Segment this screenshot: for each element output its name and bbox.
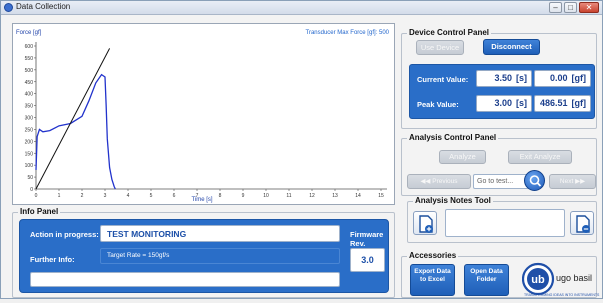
y-tick-label: 150 [25,151,34,157]
live-values-box: Current Value: 3.50 [s] 0.00 [gf] Peak Val… [409,64,595,119]
firmware-label: Firmware Rev. [350,230,384,248]
y-tick-label: 0 [30,187,33,193]
add-note-button[interactable] [413,211,437,235]
brand-name: ugo basil [556,273,593,283]
x-tick-label: 6 [173,193,176,199]
x-tick-label: 3 [104,193,107,199]
chart-y-label: Force [gf] [16,30,42,36]
analyze-button[interactable]: Analyze [439,150,486,164]
x-tick-label: 7 [196,193,199,199]
svg-text:ub: ub [531,274,545,286]
x-tick-label: 12 [309,193,315,199]
next-label: Next [559,178,574,185]
close-button[interactable]: ✕ [579,2,599,13]
device-control-panel-title: Device Control Panel [407,28,492,37]
current-time-number: 3.50 [494,73,512,83]
next-button[interactable]: Next ▶▶ [549,174,596,189]
firmware-value: 3.0 [350,248,385,272]
peak-force-value: 486.51 [gf] [534,95,591,112]
info-panel-body: Action in progress: TEST MONITORING Firm… [19,219,389,293]
current-force-unit: [gf] [571,73,587,83]
title-bar: Data Collection – □ ✕ [1,1,602,15]
x-tick-label: 13 [332,193,338,199]
use-device-button[interactable]: Use Device [416,40,464,55]
action-value: TEST MONITORING [100,225,340,242]
chart-grid [35,42,387,190]
ugo-basile-logo: ub ugo basil TRANSFORMING IDEAS INTO INS… [521,260,600,298]
go-to-test-input[interactable]: Go to test... [473,174,529,189]
force-time-chart: Force [gf] Transducer Max Force [gf]: 50… [16,30,390,203]
y-tick-label: 450 [25,80,34,86]
x-tick-label: 4 [127,193,130,199]
add-note-icon [419,215,433,233]
peak-time-value: 3.00 [s] [476,95,532,112]
x-tick-label: 8 [219,193,222,199]
peak-force-number: 486.51 [539,98,568,108]
y-tick-label: 550 [25,56,34,62]
x-tick-label: 1 [58,193,61,199]
y-tick-label: 50 [27,175,33,181]
y-tick-label: 400 [25,92,34,98]
current-force-value: 0.00 [gf] [534,70,591,87]
info-panel-title: Info Panel [18,207,61,216]
y-tick-label: 300 [25,116,34,122]
x-tick-label: 9 [242,193,245,199]
x-tick-label: 11 [286,193,291,199]
chart-axes [35,42,387,190]
current-value-label: Current Value: [417,75,469,84]
x-tick-label: 0 [35,193,38,199]
minimize-button[interactable]: – [549,2,562,13]
x-tick-label: 15 [378,193,384,199]
notes-text-field[interactable] [445,209,565,237]
x-tick-label: 10 [263,193,269,199]
chart-max-force-label: Transducer Max Force [gf]: 500 [306,30,390,36]
y-tick-label: 600 [25,44,34,50]
y-tick-label: 500 [25,68,34,74]
open-data-folder-button[interactable]: Open Data Folder [464,264,509,296]
peak-time-number: 3.00 [494,98,512,108]
remove-note-icon [576,215,590,233]
peak-time-unit: [s] [516,98,527,108]
further-info-value: Target Rate = 150gf/s [100,248,340,264]
further-info-extra-field [30,272,340,287]
y-tick-label: 200 [25,139,34,145]
disconnect-button[interactable]: Disconnect [483,39,540,55]
x-tick-label: 14 [355,193,361,199]
y-tick-label: 350 [25,104,34,110]
magnifier-icon [529,175,542,187]
app-icon [4,3,13,12]
reference-rate-line [35,48,111,190]
analysis-control-panel-title: Analysis Control Panel [407,133,499,142]
y-tick-label: 250 [25,127,34,133]
previous-icon: ◀◀ [420,178,433,185]
export-excel-button[interactable]: Export Data to Excel [410,264,455,296]
chart-ticks: 6005505004504003503002502001501005000 1 2 3… [25,44,384,199]
next-icon: ▶▶ [573,178,586,185]
search-button[interactable] [524,170,545,191]
chart-series [35,48,116,190]
force-series-line [35,73,116,190]
x-tick-label: 2 [81,193,84,199]
accessories-title: Accessories [407,251,459,260]
exit-analyze-button[interactable]: Exit Analyze [508,150,572,164]
peak-value-label: Peak Value: [417,100,459,109]
current-time-unit: [s] [516,73,527,83]
window-title: Data Collection [16,2,71,11]
current-force-number: 0.00 [549,73,568,83]
x-tick-label: 5 [150,193,153,199]
analysis-notes-tool-title: Analysis Notes Tool [413,196,493,205]
data-collection-window: Data Collection – □ ✕ Force [gf] Transdu… [0,0,603,299]
further-info-label: Further Info: [30,255,75,264]
force-chart-panel: Force [gf] Transducer Max Force [gf]: 50… [12,23,395,205]
peak-force-unit: [gf] [571,98,587,108]
action-label: Action in progress: [30,230,99,239]
brand-tagline: TRANSFORMING IDEAS INTO INSTRUMENTS [524,293,600,297]
previous-button[interactable]: ◀◀ Previous [407,174,471,189]
maximize-button[interactable]: □ [564,2,577,13]
remove-note-button[interactable] [570,211,594,235]
current-time-value: 3.50 [s] [476,70,532,87]
previous-label: Previous [432,178,458,185]
y-tick-label: 100 [25,163,34,169]
